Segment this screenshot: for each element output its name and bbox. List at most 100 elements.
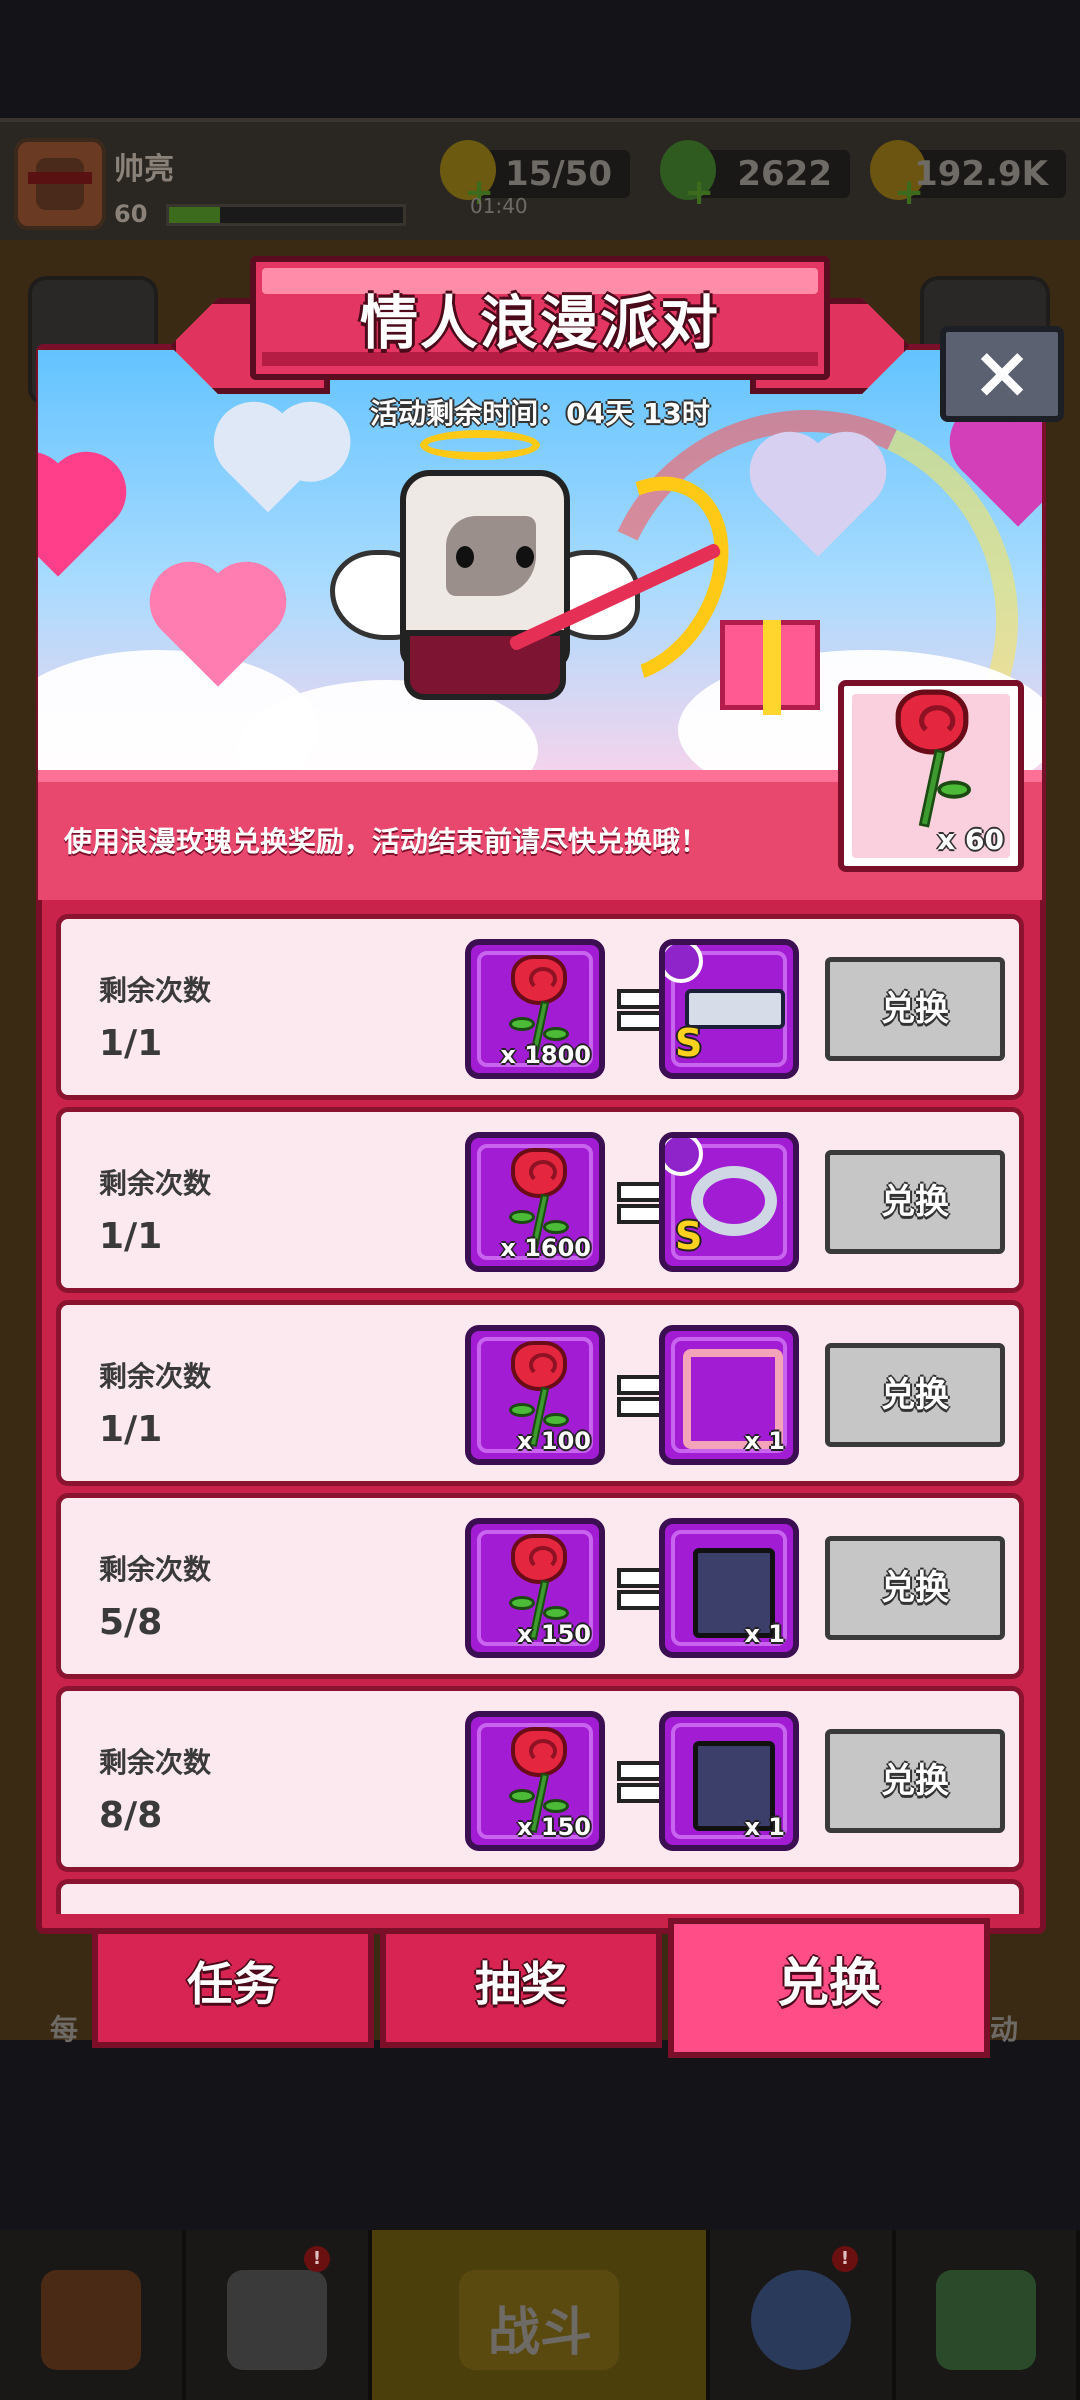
- gold-value: 192.9K: [914, 154, 1048, 194]
- alert-badge: !: [832, 2246, 858, 2272]
- rose-leaf: [543, 1413, 569, 1427]
- xp-bar-fill: [169, 207, 221, 223]
- energy-counter[interactable]: + 15/50: [440, 140, 630, 213]
- remaining-count: 8/8: [99, 1795, 163, 1836]
- event-timer: 活动剩余时间：04天 13时: [370, 397, 710, 430]
- cost-quantity: x 150: [517, 1813, 591, 1841]
- exchange-row: 剩余次数 1/1 x 1800 S 兑换: [56, 914, 1024, 1100]
- level-badge: 60: [114, 200, 148, 228]
- exchange-row: 剩余次数 1/1 x 100 x 1 兑换: [56, 1300, 1024, 1486]
- reward-quantity: x 1: [744, 1620, 785, 1648]
- reward-item[interactable]: S: [659, 1132, 799, 1272]
- gift-icon: [720, 620, 820, 715]
- cost-quantity: x 1600: [500, 1234, 591, 1262]
- cat-eye: [516, 546, 534, 568]
- reward-item[interactable]: S: [659, 939, 799, 1079]
- rose-leaf: [509, 1596, 535, 1610]
- cost-item[interactable]: x 1800: [465, 939, 605, 1079]
- exchange-button[interactable]: 兑换: [825, 1536, 1005, 1640]
- rose-leaf: [509, 1017, 535, 1031]
- cost-item[interactable]: x 100: [465, 1325, 605, 1465]
- exchange-button[interactable]: 兑换: [825, 1150, 1005, 1254]
- game-screen: 帅亮 60 + 15/50 01:40 + 2622 + 192.9K 每 动 …: [0, 0, 1080, 2400]
- equals-icon: [617, 1375, 665, 1417]
- exchange-button[interactable]: 兑换: [825, 957, 1005, 1061]
- equals-icon: [617, 989, 665, 1031]
- remaining-label: 剩余次数: [99, 1553, 212, 1586]
- reward-item[interactable]: x 1: [659, 1325, 799, 1465]
- rose-leaf: [509, 1210, 535, 1224]
- reward-quantity: x 1: [744, 1813, 785, 1841]
- remaining-label: 剩余次数: [99, 1360, 212, 1393]
- cost-quantity: x 150: [517, 1620, 591, 1648]
- cost-quantity: x 1800: [500, 1041, 591, 1069]
- rose-inventory[interactable]: x 60: [838, 680, 1024, 872]
- item-type-badge: [665, 1138, 703, 1176]
- exchange-row: 剩余次数 1/1 x 1600 S 兑换: [56, 1107, 1024, 1293]
- rose-leaf: [509, 1789, 535, 1803]
- cost-quantity: x 100: [517, 1427, 591, 1455]
- remaining-count: 1/1: [99, 1023, 163, 1064]
- gem-value: 2622: [737, 154, 832, 194]
- info-text: 使用浪漫玫瑰兑换奖励，活动结束前请尽快兑换哦！: [64, 825, 709, 858]
- remaining-count: 5/8: [99, 1602, 163, 1643]
- grade-label: S: [675, 1021, 703, 1065]
- rose-bloom: [895, 689, 969, 755]
- alert-badge: !: [304, 2246, 330, 2272]
- xp-bar: [166, 204, 406, 226]
- exchange-row: 剩余次数 8/8 x 150 x 1 兑换: [56, 1686, 1024, 1872]
- close-button[interactable]: ×: [940, 326, 1064, 422]
- grade-label: S: [675, 1214, 703, 1258]
- rose-bloom: [511, 1341, 567, 1391]
- item-type-badge: [665, 945, 703, 983]
- remaining-label: 剩余次数: [99, 974, 212, 1007]
- cost-item[interactable]: x 1600: [465, 1132, 605, 1272]
- reward-item[interactable]: x 1: [659, 1711, 799, 1851]
- exchange-button[interactable]: 兑换: [825, 1343, 1005, 1447]
- avatar[interactable]: [14, 138, 106, 230]
- plus-icon[interactable]: +: [684, 172, 714, 213]
- energy-timer: 01:40: [470, 194, 528, 218]
- remaining-label: 剩余次数: [99, 1167, 212, 1200]
- side-label-right: 动: [990, 2013, 1019, 2046]
- modal-title: 情人浪漫派对: [359, 289, 720, 357]
- avatar-face: [36, 158, 84, 210]
- cost-item[interactable]: x 150: [465, 1711, 605, 1851]
- avatar-headband: [28, 172, 92, 184]
- rose-bloom: [511, 1727, 567, 1777]
- battle-label: 战斗: [487, 2303, 592, 2363]
- top-status-bar: 帅亮 60 + 15/50 01:40 + 2622 + 192.9K: [0, 118, 1080, 240]
- tab-exchange[interactable]: 兑换: [668, 1918, 990, 2058]
- remaining-count: 1/1: [99, 1216, 163, 1257]
- tab-tasks[interactable]: 任务: [92, 1928, 374, 2048]
- close-icon: ×: [971, 330, 1033, 414]
- cat-skirt: [404, 630, 566, 700]
- rose-count: x 60: [937, 823, 1004, 856]
- cat-eye: [456, 546, 474, 568]
- heart-icon: [225, 427, 311, 513]
- rose-leaf: [543, 1027, 569, 1041]
- cost-item[interactable]: x 150: [465, 1518, 605, 1658]
- exchange-list[interactable]: 剩余次数 1/1 x 1800 S 兑换 剩余次数 1/1 x 1600 S 兑换 剩余次数 1/1 x…: [56, 914, 1024, 1914]
- rose-bloom: [511, 955, 567, 1005]
- gem-counter[interactable]: + 2622: [660, 140, 850, 213]
- rose-leaf: [509, 1403, 535, 1417]
- rose-icon: [880, 689, 984, 833]
- rose-bloom: [511, 1148, 567, 1198]
- equals-icon: [617, 1761, 665, 1803]
- equals-icon: [617, 1182, 665, 1224]
- rose-leaf: [543, 1220, 569, 1234]
- remaining-label: 剩余次数: [99, 1746, 212, 1779]
- exchange-row: 剩余次数 5/8 x 150 x 1 兑换: [56, 1493, 1024, 1679]
- remaining-count: 1/1: [99, 1409, 163, 1450]
- reward-item[interactable]: x 1: [659, 1518, 799, 1658]
- tab-lottery[interactable]: 抽奖: [380, 1928, 662, 2048]
- exchange-button[interactable]: 兑换: [825, 1729, 1005, 1833]
- rose-bloom: [511, 1534, 567, 1584]
- halo-icon: [420, 430, 540, 460]
- exchange-row: [56, 1879, 1024, 1914]
- equals-icon: [617, 1568, 665, 1610]
- reward-quantity: x 1: [744, 1427, 785, 1455]
- rose-leaf: [937, 780, 971, 799]
- gold-counter[interactable]: + 192.9K: [870, 140, 1066, 213]
